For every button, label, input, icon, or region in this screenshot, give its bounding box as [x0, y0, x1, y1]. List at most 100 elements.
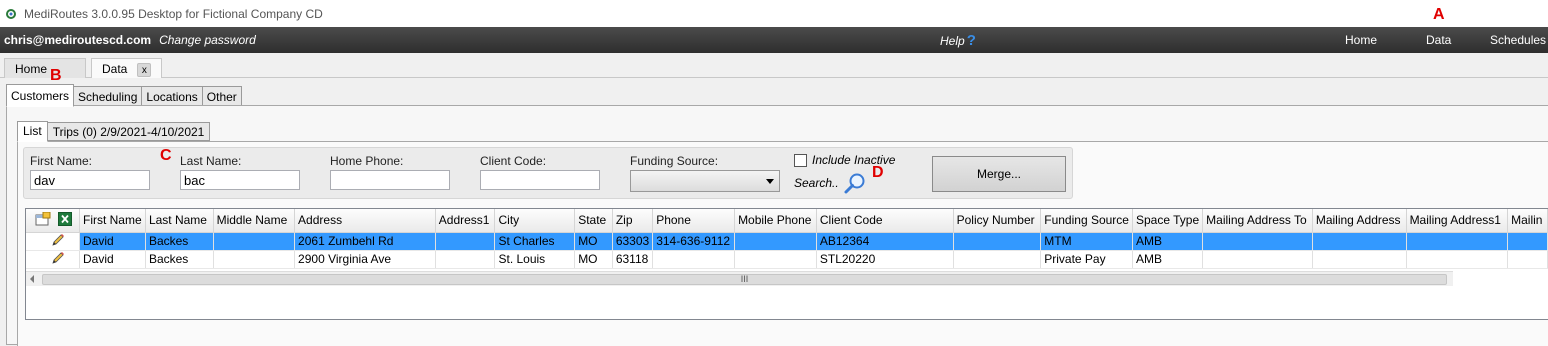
col-zip[interactable]: Zip	[612, 209, 654, 233]
subtab-list[interactable]: List	[17, 121, 48, 142]
cell: AB12364	[816, 232, 954, 251]
cell	[953, 232, 1042, 251]
table-row[interactable]: David Backes 2900 Virginia Ave St. Louis…	[26, 250, 1548, 269]
tab-locations[interactable]: Locations	[141, 86, 203, 107]
help-link[interactable]: Help?	[940, 32, 976, 49]
cell: STL20220	[816, 250, 954, 269]
home-phone-input[interactable]	[330, 170, 450, 190]
grid-tools-header	[26, 209, 80, 233]
table-row[interactable]: David Backes 2061 Zumbehl Rd St Charles …	[26, 232, 1548, 251]
home-phone-label: Home Phone:	[330, 154, 404, 168]
annotation-marker-c: C	[160, 147, 172, 164]
cell	[213, 232, 296, 251]
nav-data[interactable]: Data	[1426, 33, 1451, 47]
cell: MO	[574, 232, 613, 251]
cell: 63118	[612, 250, 654, 269]
nav-home[interactable]: Home	[1345, 33, 1377, 47]
col-address1[interactable]: Address1	[435, 209, 496, 233]
col-mailing-address-to[interactable]: Mailing Address To	[1202, 209, 1313, 233]
col-mailing-truncated[interactable]: Mailin	[1507, 209, 1548, 233]
cell: 63303	[612, 232, 654, 251]
doc-tab-home-label: Home	[15, 62, 48, 76]
document-tab-bar: Home Data x	[0, 53, 1548, 78]
client-code-label: Client Code:	[480, 154, 547, 168]
cell	[435, 232, 496, 251]
cell: St Charles	[494, 232, 576, 251]
client-code-group: Client Code:	[480, 154, 600, 190]
tab-scheduling[interactable]: Scheduling	[73, 86, 143, 107]
window-title: MediRoutes 3.0.0.95 Desktop for Fictiona…	[24, 6, 323, 21]
col-client-code[interactable]: Client Code	[816, 209, 954, 233]
edit-cell	[26, 232, 80, 251]
col-state[interactable]: State	[574, 209, 613, 233]
tab-customers[interactable]: Customers	[6, 84, 75, 107]
col-last-name[interactable]: Last Name	[145, 209, 214, 233]
first-name-group: First Name:	[30, 154, 150, 190]
annotation-marker-a: A	[1433, 6, 1445, 23]
col-mailing-address[interactable]: Mailing Address	[1312, 209, 1407, 233]
col-middle-name[interactable]: Middle Name	[213, 209, 296, 233]
search-label: Search..	[794, 176, 839, 190]
column-chooser-icon[interactable]	[35, 211, 51, 229]
doc-tab-home[interactable]: Home	[4, 58, 86, 78]
edit-pencil-icon[interactable]	[51, 233, 65, 250]
cell	[435, 250, 496, 269]
cell	[953, 250, 1042, 269]
col-city[interactable]: City	[494, 209, 576, 233]
cell: AMB	[1132, 250, 1204, 269]
cell: 2900 Virginia Ave	[294, 250, 436, 269]
cell	[1312, 250, 1407, 269]
home-phone-group: Home Phone:	[330, 154, 450, 190]
col-mobile-phone[interactable]: Mobile Phone	[734, 209, 817, 233]
change-password-link[interactable]: Change password	[159, 33, 256, 47]
horizontal-scrollbar[interactable]: III	[26, 271, 1453, 286]
col-address[interactable]: Address	[294, 209, 436, 233]
col-first-name[interactable]: First Name	[79, 209, 146, 233]
tab-other[interactable]: Other	[201, 86, 242, 107]
cell	[1406, 232, 1509, 251]
help-icon: ?	[966, 32, 976, 49]
scrollbar-thumb[interactable]: III	[42, 274, 1447, 285]
edit-pencil-icon[interactable]	[51, 251, 65, 268]
checkbox-box	[794, 153, 807, 167]
col-phone[interactable]: Phone	[652, 209, 736, 233]
cell	[1312, 232, 1407, 251]
annotation-marker-b: B	[50, 67, 62, 84]
doc-tab-data[interactable]: Data x	[91, 58, 163, 78]
last-name-group: Last Name:	[180, 154, 300, 190]
first-name-input[interactable]	[30, 170, 150, 190]
cell	[1202, 250, 1313, 269]
col-mailing-address1[interactable]: Mailing Address1	[1406, 209, 1509, 233]
customers-grid: First Name Last Name Middle Name Address…	[25, 208, 1548, 320]
funding-source-label: Funding Source:	[630, 154, 719, 168]
scroll-left-icon[interactable]	[30, 275, 34, 283]
help-label: Help	[940, 34, 965, 48]
nav-schedules[interactable]: Schedules	[1490, 33, 1546, 47]
app-logo-icon	[4, 7, 18, 21]
client-code-input[interactable]	[480, 170, 600, 190]
search-icon[interactable]	[842, 172, 868, 196]
close-tab-icon[interactable]: x	[137, 63, 152, 77]
cell: MTM	[1040, 232, 1133, 251]
col-policy-number[interactable]: Policy Number	[953, 209, 1042, 233]
subtab-trips[interactable]: Trips (0) 2/9/2021-4/10/2021	[46, 122, 211, 141]
cell: AMB	[1132, 232, 1204, 251]
funding-source-group: Funding Source:	[630, 154, 780, 192]
cell: 2061 Zumbehl Rd	[294, 232, 436, 251]
sub-tabs: List Trips (0) 2/9/2021-4/10/2021	[17, 121, 211, 142]
cell: Backes	[145, 250, 214, 269]
merge-button[interactable]: Merge...	[932, 156, 1066, 192]
funding-source-select[interactable]	[630, 170, 780, 192]
last-name-input[interactable]	[180, 170, 300, 190]
last-name-label: Last Name:	[180, 154, 242, 168]
cell	[734, 232, 817, 251]
edit-cell	[26, 250, 80, 269]
customers-table: First Name Last Name Middle Name Address…	[26, 209, 1548, 269]
main-tabs: Customers Scheduling Locations Other	[6, 84, 242, 107]
col-space-type[interactable]: Space Type	[1132, 209, 1204, 233]
col-funding-source[interactable]: Funding Source	[1040, 209, 1133, 233]
cell: David	[79, 232, 146, 251]
cell	[1406, 250, 1509, 269]
cell	[1202, 232, 1313, 251]
excel-export-icon[interactable]	[58, 211, 73, 229]
